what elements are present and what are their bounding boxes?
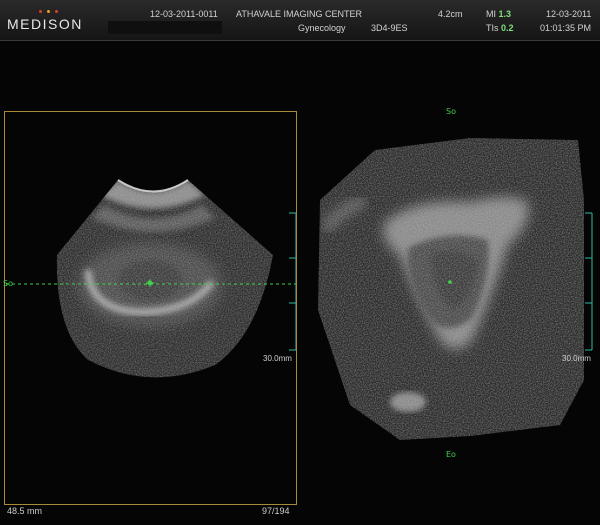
start-marker-left: So: [3, 279, 13, 288]
start-marker-right: So: [446, 107, 456, 116]
measurement-readout: 48.5 mm: [7, 506, 43, 516]
left-panel-frame: [4, 111, 297, 505]
right-center-marker: [448, 280, 452, 284]
end-marker-right: Eo: [446, 450, 456, 459]
frame-counter: 97/194: [262, 506, 290, 516]
right-depth-scale: [585, 212, 593, 351]
right-depth-label: 30.0mm: [562, 354, 591, 363]
volume-render-image: [318, 138, 584, 440]
left-depth-label: 30.0mm: [263, 354, 292, 363]
